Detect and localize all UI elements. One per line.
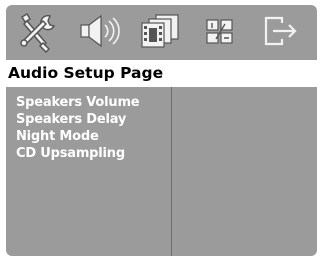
video-setup-tab[interactable] bbox=[132, 9, 188, 53]
general-setup-tab[interactable] bbox=[10, 9, 66, 53]
menu-item-speakers-delay[interactable]: Speakers Delay bbox=[16, 111, 171, 128]
exit-setup-icon bbox=[264, 16, 297, 46]
general-setup-icon bbox=[20, 12, 56, 53]
setup-menu-panel: Audio Setup Page Speakers Volume Speaker… bbox=[6, 5, 317, 256]
audio-setup-icon bbox=[80, 14, 120, 48]
audio-setup-tab[interactable] bbox=[72, 9, 128, 53]
audio-setup-menu: Speakers Volume Speakers Delay Night Mod… bbox=[16, 94, 171, 162]
column-divider bbox=[171, 87, 172, 256]
exit-setup-tab[interactable] bbox=[252, 9, 308, 53]
menu-item-speakers-volume[interactable]: Speakers Volume bbox=[16, 94, 171, 111]
setup-toolbar bbox=[6, 5, 317, 57]
menu-item-cd-upsampling[interactable]: CD Upsampling bbox=[16, 145, 171, 162]
video-setup-icon bbox=[141, 14, 179, 48]
page-title: Audio Setup Page bbox=[8, 64, 164, 82]
page-header-bar: Audio Setup Page bbox=[6, 60, 317, 87]
preference-setup-tab[interactable] bbox=[192, 9, 248, 53]
menu-item-night-mode[interactable]: Night Mode bbox=[16, 128, 171, 145]
preference-setup-icon bbox=[206, 19, 233, 44]
